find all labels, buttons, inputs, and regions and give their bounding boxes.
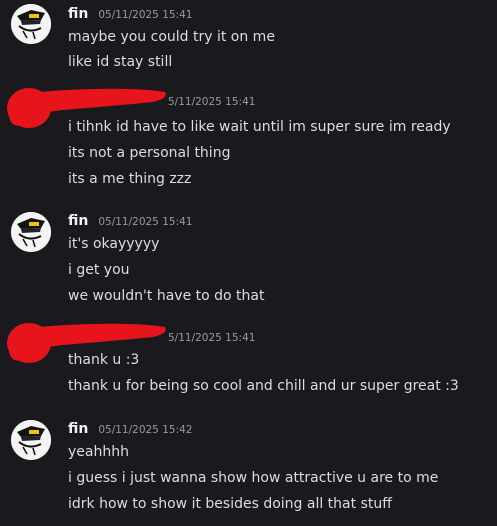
timestamp[interactable]: 5/11/2025 15:41 xyxy=(168,332,255,344)
message-line: like id stay still xyxy=(68,54,173,70)
username[interactable]: fin xyxy=(68,6,88,22)
message-line: i tihnk id have to like wait until im su… xyxy=(68,119,451,135)
message-line: maybe you could try it on me xyxy=(68,29,275,45)
message-line: idrk how to show it besides doing all th… xyxy=(68,496,392,512)
avatar[interactable] xyxy=(11,212,51,252)
cartoon-face-icon xyxy=(11,212,51,252)
message-line: its not a personal thing xyxy=(68,145,231,161)
message-line: thank u :3 xyxy=(68,352,140,368)
message-line: we wouldn't have to do that xyxy=(68,288,265,304)
message-line: yeahhhh xyxy=(68,444,129,460)
avatar[interactable] xyxy=(11,420,51,460)
timestamp[interactable]: 05/11/2025 15:42 xyxy=(98,424,192,436)
cartoon-face-icon xyxy=(11,4,51,44)
message-header: fin 05/11/2025 15:41 xyxy=(68,213,192,233)
message-header: fin 05/11/2025 15:41 xyxy=(68,6,192,26)
timestamp[interactable]: 5/11/2025 15:41 xyxy=(168,96,255,108)
message-line: i guess i just wanna show how attractive… xyxy=(68,470,439,486)
message-line: thank u for being so cool and chill and … xyxy=(68,378,459,394)
avatar[interactable] xyxy=(11,4,51,44)
message-line: its a me thing zzz xyxy=(68,171,192,187)
timestamp[interactable]: 05/11/2025 15:41 xyxy=(98,216,192,228)
message-header: fin 05/11/2025 15:42 xyxy=(68,421,192,441)
cartoon-face-icon xyxy=(11,420,51,460)
timestamp[interactable]: 05/11/2025 15:41 xyxy=(98,9,192,21)
message-line: i get you xyxy=(68,262,130,278)
username[interactable]: fin xyxy=(68,421,88,437)
message-line: it's okayyyyy xyxy=(68,236,160,252)
username[interactable]: fin xyxy=(68,213,88,229)
